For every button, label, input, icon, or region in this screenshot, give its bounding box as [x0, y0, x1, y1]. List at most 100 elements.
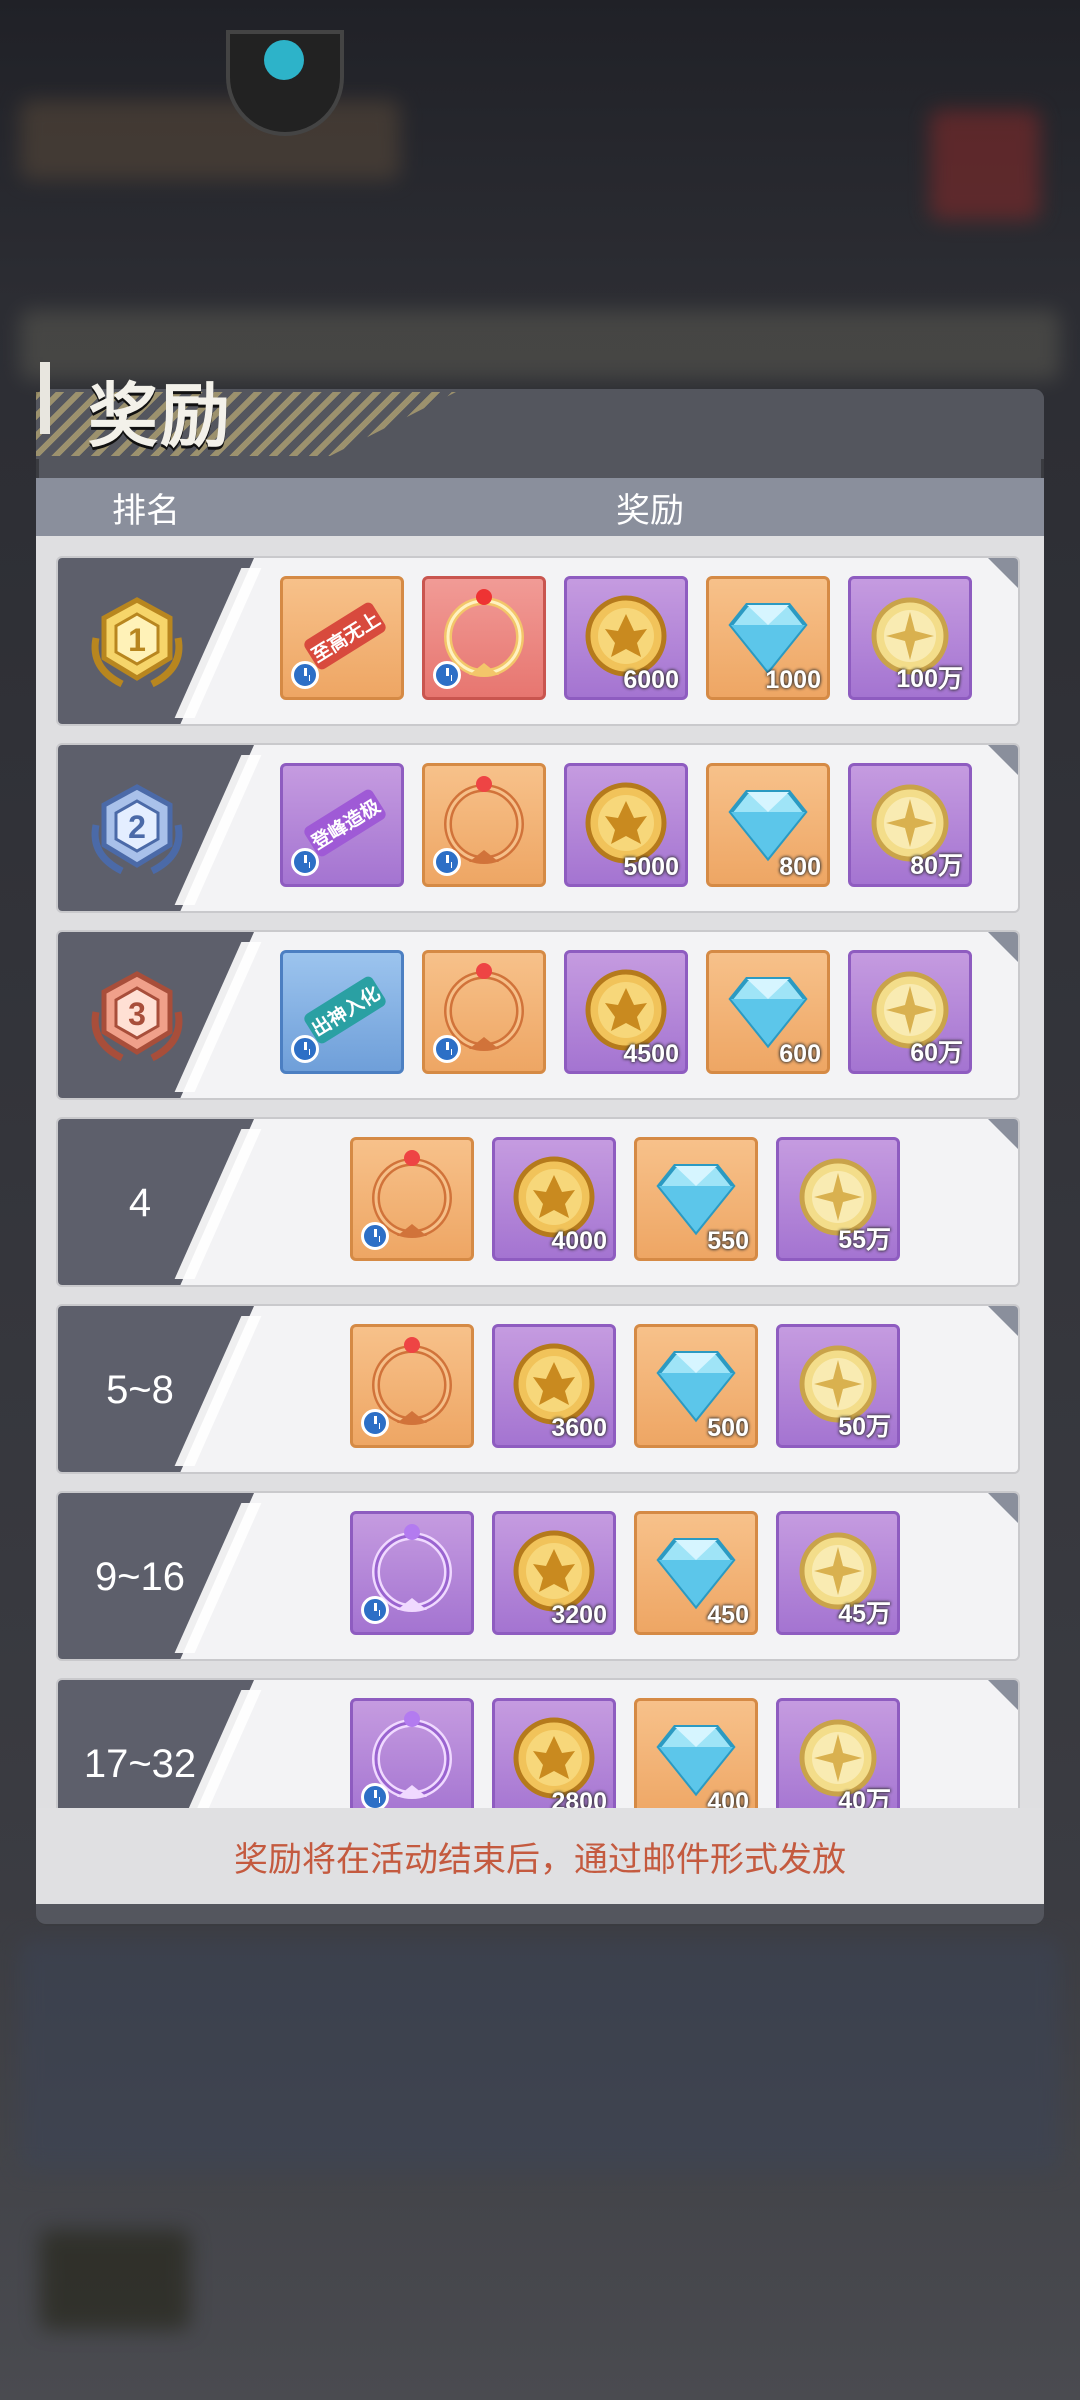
gold-emblem-item[interactable]: 6000: [564, 576, 688, 700]
title-scroll-icon: 至高无上: [302, 600, 388, 672]
background-blur: [20, 100, 400, 180]
rank-medal-icon: 1: [82, 588, 192, 698]
gold-coin-item[interactable]: 100万: [848, 576, 972, 700]
item-quantity: 4500: [623, 1040, 679, 1068]
item-quantity: 4000: [551, 1227, 607, 1255]
gold-emblem-item[interactable]: 5000: [564, 763, 688, 887]
avatar-frame-item[interactable]: [422, 763, 546, 887]
reward-row: 3 出神入化 4500 600 60万: [56, 930, 1020, 1100]
gold-coin-item[interactable]: 80万: [848, 763, 972, 887]
clock-icon: [291, 1035, 319, 1063]
clock-icon: [361, 1783, 389, 1808]
diamond-item[interactable]: 400: [634, 1698, 758, 1808]
reward-row: 4 4000 550 55万: [56, 1117, 1020, 1287]
item-quantity: 60万: [910, 1039, 963, 1067]
table-header: 排名 奖励: [36, 478, 1044, 536]
row-corner-decoration: [988, 1493, 1018, 1523]
row-corner-decoration: [988, 745, 1018, 775]
gold-coin-item[interactable]: 60万: [848, 950, 972, 1074]
diamond-item[interactable]: 550: [634, 1137, 758, 1261]
modal-title: 奖励: [88, 377, 232, 455]
item-quantity: 80万: [910, 852, 963, 880]
item-quantity: 100万: [896, 665, 963, 693]
gold-emblem-item[interactable]: 3200: [492, 1511, 616, 1635]
reward-items: 3200 450 45万: [350, 1511, 900, 1635]
item-quantity: 400: [707, 1788, 749, 1808]
avatar-frame-item[interactable]: [350, 1511, 474, 1635]
reward-list[interactable]: 1 至高无上 6000 1000 100万 2 登峰造极 5000 800 80万 3 出神入化 450…: [36, 536, 1044, 1808]
clock-icon: [291, 661, 319, 689]
header-reward: 奖励: [616, 491, 684, 530]
rank-medal-icon: 2: [82, 775, 192, 885]
item-quantity: 1000: [765, 666, 821, 694]
avatar-frame-item[interactable]: [350, 1324, 474, 1448]
title-scroll-item[interactable]: 出神入化: [280, 950, 404, 1074]
item-quantity: 55万: [838, 1226, 891, 1254]
row-corner-decoration: [988, 1119, 1018, 1149]
rank-label: 9~16: [94, 1554, 186, 1599]
clock-icon: [291, 848, 319, 876]
row-corner-decoration: [988, 1680, 1018, 1710]
gold-emblem-item[interactable]: 2800: [492, 1698, 616, 1808]
avatar-frame-item[interactable]: [350, 1137, 474, 1261]
gold-coin-item[interactable]: 40万: [776, 1698, 900, 1808]
item-quantity: 5000: [623, 853, 679, 881]
reward-row: 1 至高无上 6000 1000 100万: [56, 556, 1020, 726]
title-scroll-icon: 出神入化: [302, 974, 388, 1046]
reward-items: 2800 400 40万: [350, 1698, 900, 1808]
reward-items: 登峰造极 5000 800 80万: [280, 763, 972, 887]
clock-icon: [433, 1035, 461, 1063]
reward-items: 3600 500 50万: [350, 1324, 900, 1448]
gold-coin-item[interactable]: 45万: [776, 1511, 900, 1635]
item-quantity: 3200: [551, 1601, 607, 1629]
reward-row: 2 登峰造极 5000 800 80万: [56, 743, 1020, 913]
reward-row: 5~8 3600 500 50万: [56, 1304, 1020, 1474]
item-quantity: 450: [707, 1601, 749, 1629]
diamond-item[interactable]: 450: [634, 1511, 758, 1635]
item-quantity: 550: [707, 1227, 749, 1255]
modal-bottom-edge: [36, 1904, 1044, 1924]
gold-emblem-item[interactable]: 4000: [492, 1137, 616, 1261]
item-quantity: 6000: [623, 666, 679, 694]
rank-label: 17~32: [83, 1741, 197, 1786]
reward-items: 4000 550 55万: [350, 1137, 900, 1261]
reward-row: 17~32 2800 400 40万: [56, 1678, 1020, 1808]
item-quantity: 45万: [838, 1600, 891, 1628]
clock-icon: [433, 661, 461, 689]
gold-coin-item[interactable]: 50万: [776, 1324, 900, 1448]
avatar-frame-item[interactable]: [422, 576, 546, 700]
gold-emblem-item[interactable]: 4500: [564, 950, 688, 1074]
rank-number: 3: [128, 996, 146, 1032]
title-accent-bar: [40, 362, 50, 434]
gold-coin-item[interactable]: 55万: [776, 1137, 900, 1261]
rank-number: 2: [128, 809, 146, 845]
item-quantity: 500: [707, 1414, 749, 1442]
clock-icon: [433, 848, 461, 876]
title-scroll-item[interactable]: 登峰造极: [280, 763, 404, 887]
gold-emblem-item[interactable]: 3600: [492, 1324, 616, 1448]
diamond-item[interactable]: 1000: [706, 576, 830, 700]
rank-number: 1: [128, 622, 146, 658]
item-quantity: 50万: [838, 1413, 891, 1441]
item-quantity: 3600: [551, 1414, 607, 1442]
reward-items: 出神入化 4500 600 60万: [280, 950, 972, 1074]
rank-label: 5~8: [106, 1367, 174, 1412]
diamond-item[interactable]: 500: [634, 1324, 758, 1448]
row-corner-decoration: [988, 1306, 1018, 1336]
reward-items: 至高无上 6000 1000 100万: [280, 576, 972, 700]
item-quantity: 800: [779, 853, 821, 881]
title-scroll-icon: 登峰造极: [302, 787, 388, 859]
diamond-item[interactable]: 600: [706, 950, 830, 1074]
title-scroll-item[interactable]: 至高无上: [280, 576, 404, 700]
item-quantity: 40万: [838, 1787, 891, 1808]
rank-label: 4: [128, 1180, 152, 1225]
avatar-frame-item[interactable]: [422, 950, 546, 1074]
clock-icon: [361, 1222, 389, 1250]
avatar-frame-item[interactable]: [350, 1698, 474, 1808]
row-corner-decoration: [988, 932, 1018, 962]
footer-note: 奖励将在活动结束后，通过邮件形式发放: [36, 1808, 1044, 1904]
background-blur: [40, 2230, 190, 2330]
item-quantity: 2800: [551, 1788, 607, 1808]
clock-icon: [361, 1409, 389, 1437]
diamond-item[interactable]: 800: [706, 763, 830, 887]
